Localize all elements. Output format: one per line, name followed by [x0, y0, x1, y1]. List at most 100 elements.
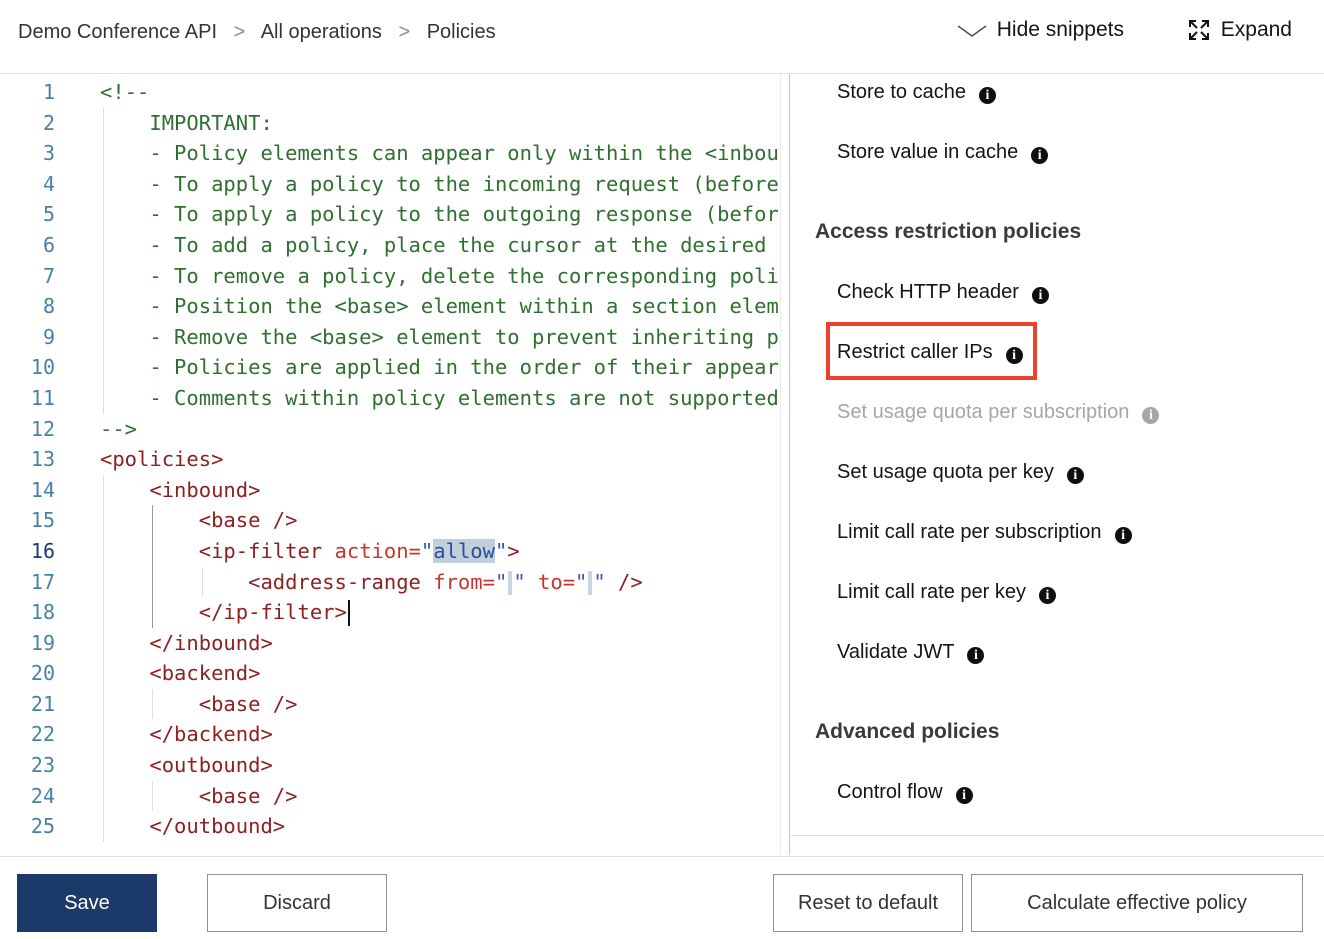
expand-button[interactable]: Expand	[1187, 18, 1292, 42]
code-line[interactable]: 2 IMPORTANT:	[0, 108, 780, 139]
hide-snippets-button[interactable]: Hide snippets	[957, 18, 1124, 42]
code-line[interactable]: 22 </backend>	[0, 719, 780, 750]
indent-guide	[103, 597, 104, 628]
code-line-content: - To add a policy, place the cursor at t…	[55, 233, 780, 257]
code-line[interactable]: 8 - Position the <base> element within a…	[0, 291, 780, 322]
line-number: 20	[0, 658, 55, 689]
code-line[interactable]: 12-->	[0, 414, 780, 445]
code-line[interactable]: 23 <outbound>	[0, 750, 780, 781]
info-icon[interactable]: i	[1115, 527, 1132, 544]
indent-guide	[103, 628, 104, 659]
snippet-item[interactable]: Limit call rate per subscriptioni	[837, 517, 1132, 547]
code-line-content: - Policy elements can appear only within…	[55, 141, 780, 165]
code-line[interactable]: 10 - Policies are applied in the order o…	[0, 352, 780, 383]
snippet-label: Set usage quota per subscription	[837, 401, 1129, 423]
code-line[interactable]: 14 <inbound>	[0, 475, 780, 506]
info-icon[interactable]: i	[979, 87, 996, 104]
line-number: 19	[0, 628, 55, 659]
code-line[interactable]: 11 - Comments within policy elements are…	[0, 383, 780, 414]
code-line[interactable]: 4 - To apply a policy to the incoming re…	[0, 169, 780, 200]
snippet-item[interactable]: Limit call rate per keyi	[837, 577, 1056, 607]
snippet-item[interactable]: Set usage quota per subscription i	[837, 397, 1159, 427]
info-icon[interactable]: i	[967, 647, 984, 664]
code-line-content: <!--	[55, 80, 149, 104]
snippet-label: Store value in cache	[837, 141, 1018, 163]
code-line[interactable]: 3 - Policy elements can appear only with…	[0, 138, 780, 169]
code-line-content: <outbound>	[55, 753, 273, 777]
breadcrumb-item-api[interactable]: Demo Conference API	[18, 21, 217, 43]
indent-guide	[103, 138, 104, 169]
code-line[interactable]: 20 <backend>	[0, 658, 780, 689]
code-line[interactable]: 24 <base />	[0, 781, 780, 812]
line-number: 16	[0, 536, 55, 567]
code-line-content: - To apply a policy to the incoming requ…	[55, 172, 780, 196]
save-button[interactable]: Save	[17, 874, 157, 932]
code-line[interactable]: 17 <address-range from="" to="" />	[0, 567, 780, 598]
calculate-effective-policy-button[interactable]: Calculate effective policy	[971, 874, 1303, 932]
snippet-label: Advanced policies	[815, 720, 999, 743]
code-line[interactable]: 25 </outbound>	[0, 811, 780, 842]
header-bar: Demo Conference API > All operations > P…	[0, 0, 1324, 74]
snippet-item[interactable]: Validate JWT i	[837, 637, 984, 667]
info-icon[interactable]: i	[1032, 287, 1049, 304]
breadcrumb-item-policies[interactable]: Policies	[427, 21, 496, 43]
code-line-content: </backend>	[55, 722, 273, 746]
code-line[interactable]: 1<!--	[0, 77, 780, 108]
line-number: 24	[0, 781, 55, 812]
footer-bar: Save Discard Reset to default Calculate …	[0, 856, 1324, 939]
snippet-item[interactable]: Control flowi	[837, 777, 973, 807]
code-line[interactable]: 19 </inbound>	[0, 628, 780, 659]
code-line[interactable]: 6 - To add a policy, place the cursor at…	[0, 230, 780, 261]
indent-guide	[152, 689, 153, 720]
info-icon[interactable]: i	[1006, 347, 1023, 364]
code-line-content: - To remove a policy, delete the corresp…	[55, 264, 780, 288]
info-icon[interactable]: i	[1039, 587, 1056, 604]
code-line[interactable]: 21 <base />	[0, 689, 780, 720]
info-icon[interactable]: i	[956, 787, 973, 804]
snippet-item[interactable]: Store to cachei	[837, 77, 996, 107]
line-number: 6	[0, 230, 55, 261]
info-icon[interactable]: i	[1142, 407, 1159, 424]
code-line-content: IMPORTANT:	[55, 111, 273, 135]
code-line-content: <base />	[55, 508, 298, 532]
reset-to-default-button[interactable]: Reset to default	[773, 874, 963, 932]
code-line-content: <base />	[55, 784, 298, 808]
indent-guide	[103, 719, 104, 750]
indent-guide	[152, 536, 153, 567]
code-line-content: </ip-filter>	[55, 600, 350, 624]
code-line[interactable]: 7 - To remove a policy, delete the corre…	[0, 261, 780, 292]
info-icon[interactable]: i	[1031, 147, 1048, 164]
snippet-placeholder	[588, 571, 592, 595]
snippet-item[interactable]: Set usage quota per keyi	[837, 457, 1084, 487]
code-line[interactable]: 5 - To apply a policy to the outgoing re…	[0, 199, 780, 230]
breadcrumb-item-operations[interactable]: All operations	[261, 21, 382, 43]
line-number: 2	[0, 108, 55, 139]
snippet-item[interactable]: Check HTTP headeri	[837, 277, 1049, 307]
line-number: 11	[0, 383, 55, 414]
snippet-item[interactable]: Store value in cache i	[837, 137, 1048, 167]
line-number: 12	[0, 414, 55, 445]
code-line[interactable]: 18 </ip-filter>	[0, 597, 780, 628]
line-number: 13	[0, 444, 55, 475]
indent-guide	[103, 291, 104, 322]
code-line[interactable]: 13<policies>	[0, 444, 780, 475]
line-number: 4	[0, 169, 55, 200]
code-line-content: <ip-filter action="allow">	[55, 539, 520, 563]
snippet-label: Validate JWT	[837, 641, 954, 663]
indent-guide	[103, 689, 104, 720]
code-line[interactable]: 9 - Remove the <base> element to prevent…	[0, 322, 780, 353]
snippet-item[interactable]: Restrict caller IPsi	[837, 337, 1023, 367]
code-editor[interactable]: 1<!--2 IMPORTANT:3 - Policy elements can…	[0, 74, 780, 855]
hide-snippets-label: Hide snippets	[997, 18, 1124, 42]
code-line[interactable]: 15 <base />	[0, 505, 780, 536]
info-icon[interactable]: i	[1067, 467, 1084, 484]
breadcrumb-separator: >	[398, 21, 410, 43]
discard-button[interactable]: Discard	[207, 874, 387, 932]
line-number: 17	[0, 567, 55, 598]
code-line[interactable]: 16 <ip-filter action="allow">	[0, 536, 780, 567]
indent-guide	[152, 781, 153, 812]
text-cursor	[348, 600, 350, 626]
line-number: 5	[0, 199, 55, 230]
code-line-content: <base />	[55, 692, 298, 716]
code-line-content: <policies>	[55, 447, 223, 471]
